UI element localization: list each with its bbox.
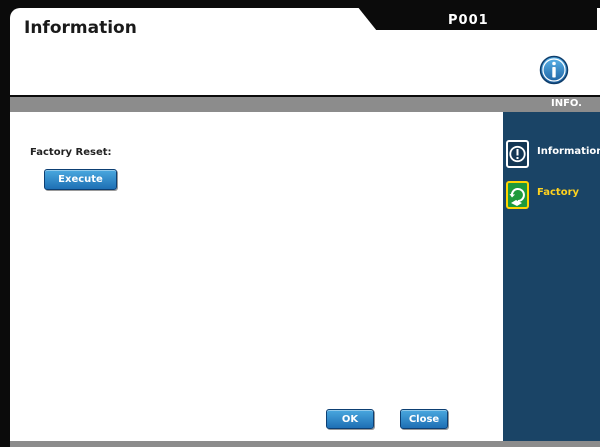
app-window: Information P001 INFO. Factory Reset: Ex… <box>10 6 600 447</box>
close-button[interactable]: Close <box>400 409 448 429</box>
sidebar-item-information[interactable]: Information <box>503 138 600 170</box>
factory-reset-label: Factory Reset: <box>30 147 112 158</box>
sidebar-item-label: Factory <box>537 187 580 198</box>
bottom-bar <box>10 441 600 447</box>
main-content: Factory Reset: Execute OK Close <box>10 112 503 441</box>
page-title: Information <box>24 18 137 38</box>
sidebar-item-factory[interactable]: Factory <box>503 179 600 211</box>
sidebar-item-label: Information <box>537 146 600 157</box>
alert-circle-icon <box>506 140 529 168</box>
section-bar: INFO. <box>10 97 600 112</box>
factory-reset-icon <box>506 181 529 209</box>
ok-button[interactable]: OK <box>326 409 374 429</box>
execute-button[interactable]: Execute <box>44 169 117 190</box>
section-label: INFO. <box>550 98 582 109</box>
header: Information P001 <box>10 6 600 95</box>
info-circle-icon <box>539 55 569 85</box>
right-sidebar: Information Factory <box>503 112 600 441</box>
page-code: P001 <box>448 13 489 28</box>
